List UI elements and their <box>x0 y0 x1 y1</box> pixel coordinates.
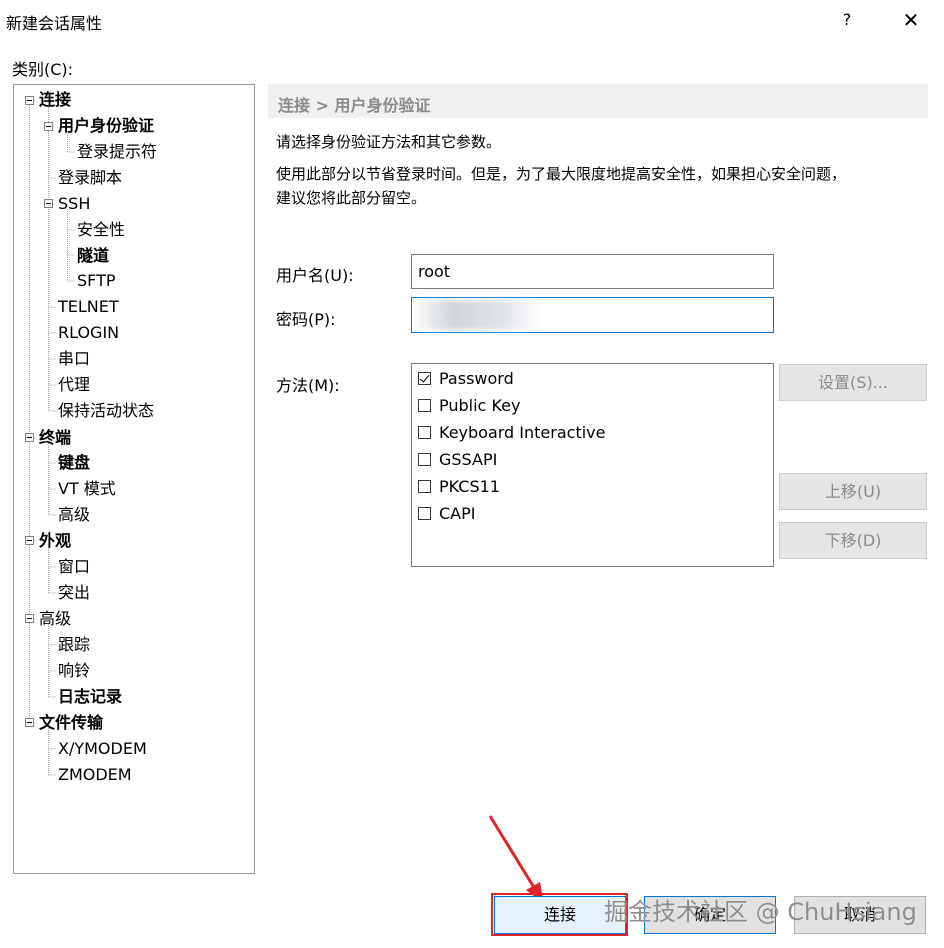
collapse-icon[interactable] <box>44 199 53 208</box>
method-public-key[interactable]: Public Key <box>418 394 520 418</box>
tree-item-user-auth[interactable]: 用户身份验证 <box>58 114 154 138</box>
tree-item-bell[interactable]: 响铃 <box>58 659 90 683</box>
collapse-icon[interactable] <box>25 433 34 442</box>
method-label: 方法(M): <box>276 376 340 395</box>
method-pkcs11[interactable]: PKCS11 <box>418 475 500 499</box>
watermark: 掘金技术社区 @ ChuHsiang <box>604 898 917 926</box>
method-gssapi[interactable]: GSSAPI <box>418 448 497 472</box>
tree-item-trace[interactable]: 跟踪 <box>58 633 90 657</box>
tree-item-serial[interactable]: 串口 <box>58 347 90 371</box>
title-bar <box>0 0 944 40</box>
tree-item-proxy[interactable]: 代理 <box>58 373 90 397</box>
method-password[interactable]: Password <box>418 367 514 391</box>
tree-item-logging[interactable]: 日志记录 <box>58 685 122 709</box>
tree-item-security[interactable]: 安全性 <box>77 218 125 242</box>
tree-item-window[interactable]: 窗口 <box>58 555 90 579</box>
collapse-icon[interactable] <box>25 96 34 105</box>
tree-item-keepalive[interactable]: 保持活动状态 <box>58 399 154 423</box>
username-label: 用户名(U): <box>276 266 354 285</box>
settings-button[interactable]: 设置(S)... <box>779 364 927 401</box>
window-title: 新建会话属性 <box>6 14 103 33</box>
checkbox-icon[interactable] <box>418 453 431 466</box>
tree-item-connection[interactable]: 连接 <box>39 88 71 112</box>
checkbox-checked-icon[interactable] <box>418 372 431 385</box>
collapse-icon[interactable] <box>25 536 34 545</box>
close-icon[interactable]: ✕ <box>896 6 926 34</box>
tree-item-login-prompt[interactable]: 登录提示符 <box>77 140 157 164</box>
username-input[interactable] <box>411 254 774 289</box>
breadcrumb: 连接 > 用户身份验证 <box>278 96 431 115</box>
tree-item-file-transfer[interactable]: 文件传输 <box>39 711 103 735</box>
password-label: 密码(P): <box>276 310 336 329</box>
tree-item-advanced[interactable]: 高级 <box>39 607 71 631</box>
description-text: 请选择身份验证方法和其它参数。 <box>276 133 502 151</box>
description-text: 使用此部分以节省登录时间。但是，为了最大限度地提高安全性，如果担心安全问题， <box>276 165 847 183</box>
collapse-icon[interactable] <box>25 718 34 727</box>
method-list[interactable]: Password Public Key Keyboard Interactive… <box>411 363 774 567</box>
method-capi[interactable]: CAPI <box>418 502 475 526</box>
tree-item-zmodem[interactable]: ZMODEM <box>58 763 132 787</box>
checkbox-icon[interactable] <box>418 426 431 439</box>
tree-item-keyboard[interactable]: 键盘 <box>58 451 90 475</box>
tree-item-rlogin[interactable]: RLOGIN <box>58 321 119 345</box>
tree-item-xymodem[interactable]: X/YMODEM <box>58 737 147 761</box>
tree-item-vt-mode[interactable]: VT 模式 <box>58 477 116 501</box>
checkbox-icon[interactable] <box>418 507 431 520</box>
tree-item-login-script[interactable]: 登录脚本 <box>58 166 122 190</box>
collapse-icon[interactable] <box>44 122 53 131</box>
tree-item-highlight[interactable]: 突出 <box>58 581 90 605</box>
move-down-button[interactable]: 下移(D) <box>779 522 927 559</box>
description-text: 建议您将此部分留空。 <box>276 189 427 207</box>
move-up-button[interactable]: 上移(U) <box>779 473 927 510</box>
help-button[interactable]: ? <box>832 6 862 34</box>
collapse-icon[interactable] <box>25 614 34 623</box>
tree-item-tunnel[interactable]: 隧道 <box>77 244 109 268</box>
redacted-password <box>416 300 540 330</box>
tree-item-appearance[interactable]: 外观 <box>39 529 71 553</box>
tree-item-telnet[interactable]: TELNET <box>58 295 119 319</box>
method-keyboard-interactive[interactable]: Keyboard Interactive <box>418 421 605 445</box>
tree-item-terminal[interactable]: 终端 <box>39 426 71 450</box>
tree-item-sftp[interactable]: SFTP <box>77 269 116 293</box>
tree-item-terminal-advanced[interactable]: 高级 <box>58 503 90 527</box>
category-tree[interactable]: 连接 用户身份验证 登录提示符 登录脚本 SSH 安全性 隧道 SFTP TEL… <box>13 84 255 874</box>
checkbox-icon[interactable] <box>418 399 431 412</box>
category-label: 类别(C): <box>12 60 74 79</box>
tree-item-ssh[interactable]: SSH <box>58 192 90 216</box>
checkbox-icon[interactable] <box>418 480 431 493</box>
